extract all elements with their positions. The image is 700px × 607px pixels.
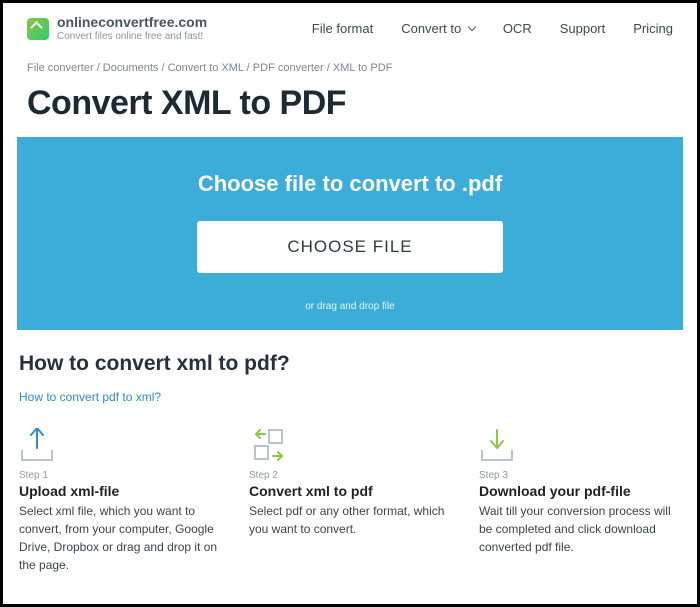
step-title: Convert xml to pdf <box>249 483 451 499</box>
upload-icon <box>19 428 221 464</box>
step-label: Step 2 <box>249 470 451 481</box>
breadcrumb[interactable]: File converter / Documents / Convert to … <box>3 46 697 78</box>
drag-drop-hint: or drag and drop file <box>37 301 663 312</box>
brand-tagline: Convert files online free and fast! <box>57 32 207 42</box>
download-icon <box>479 428 681 464</box>
step-3: Step 3 Download your pdf-file Wait till … <box>479 428 681 574</box>
nav-convert-to-label: Convert to <box>401 21 461 36</box>
step-title: Download your pdf-file <box>479 483 681 499</box>
chevron-down-icon <box>468 23 476 31</box>
upload-panel[interactable]: Choose file to convert to .pdf CHOOSE FI… <box>17 137 683 330</box>
choose-file-button[interactable]: CHOOSE FILE <box>197 221 502 273</box>
step-label: Step 1 <box>19 470 221 481</box>
howto-title: How to convert xml to pdf? <box>19 352 681 376</box>
nav-pricing[interactable]: Pricing <box>633 21 673 36</box>
logo-icon[interactable] <box>27 18 49 40</box>
step-text: Select xml file, which you want to conve… <box>19 502 221 574</box>
page-title: Convert XML to PDF <box>3 78 697 137</box>
convert-icon <box>249 428 451 464</box>
howto-reverse-link[interactable]: How to convert pdf to xml? <box>19 390 161 404</box>
nav-file-format[interactable]: File format <box>312 21 373 36</box>
nav-convert-to[interactable]: Convert to <box>401 21 475 36</box>
step-text: Wait till your conversion process will b… <box>479 502 681 556</box>
step-2: Step 2 Convert xml to pdf Select pdf or … <box>249 428 451 574</box>
nav-ocr[interactable]: OCR <box>503 21 532 36</box>
howto-section: How to convert xml to pdf? How to conver… <box>3 330 697 406</box>
nav-support[interactable]: Support <box>560 21 606 36</box>
main-nav: File format Convert to OCR Support Prici… <box>312 21 673 36</box>
brand[interactable]: onlineconvertfree.com Convert files onli… <box>57 15 207 42</box>
upload-heading: Choose file to convert to .pdf <box>37 171 663 197</box>
step-text: Select pdf or any other format, which yo… <box>249 502 451 538</box>
step-label: Step 3 <box>479 470 681 481</box>
header: onlineconvertfree.com Convert files onli… <box>3 3 697 46</box>
step-title: Upload xml-file <box>19 483 221 499</box>
steps-row: Step 1 Upload xml-file Select xml file, … <box>3 406 697 574</box>
step-1: Step 1 Upload xml-file Select xml file, … <box>19 428 221 574</box>
brand-name: onlineconvertfree.com <box>57 15 207 29</box>
